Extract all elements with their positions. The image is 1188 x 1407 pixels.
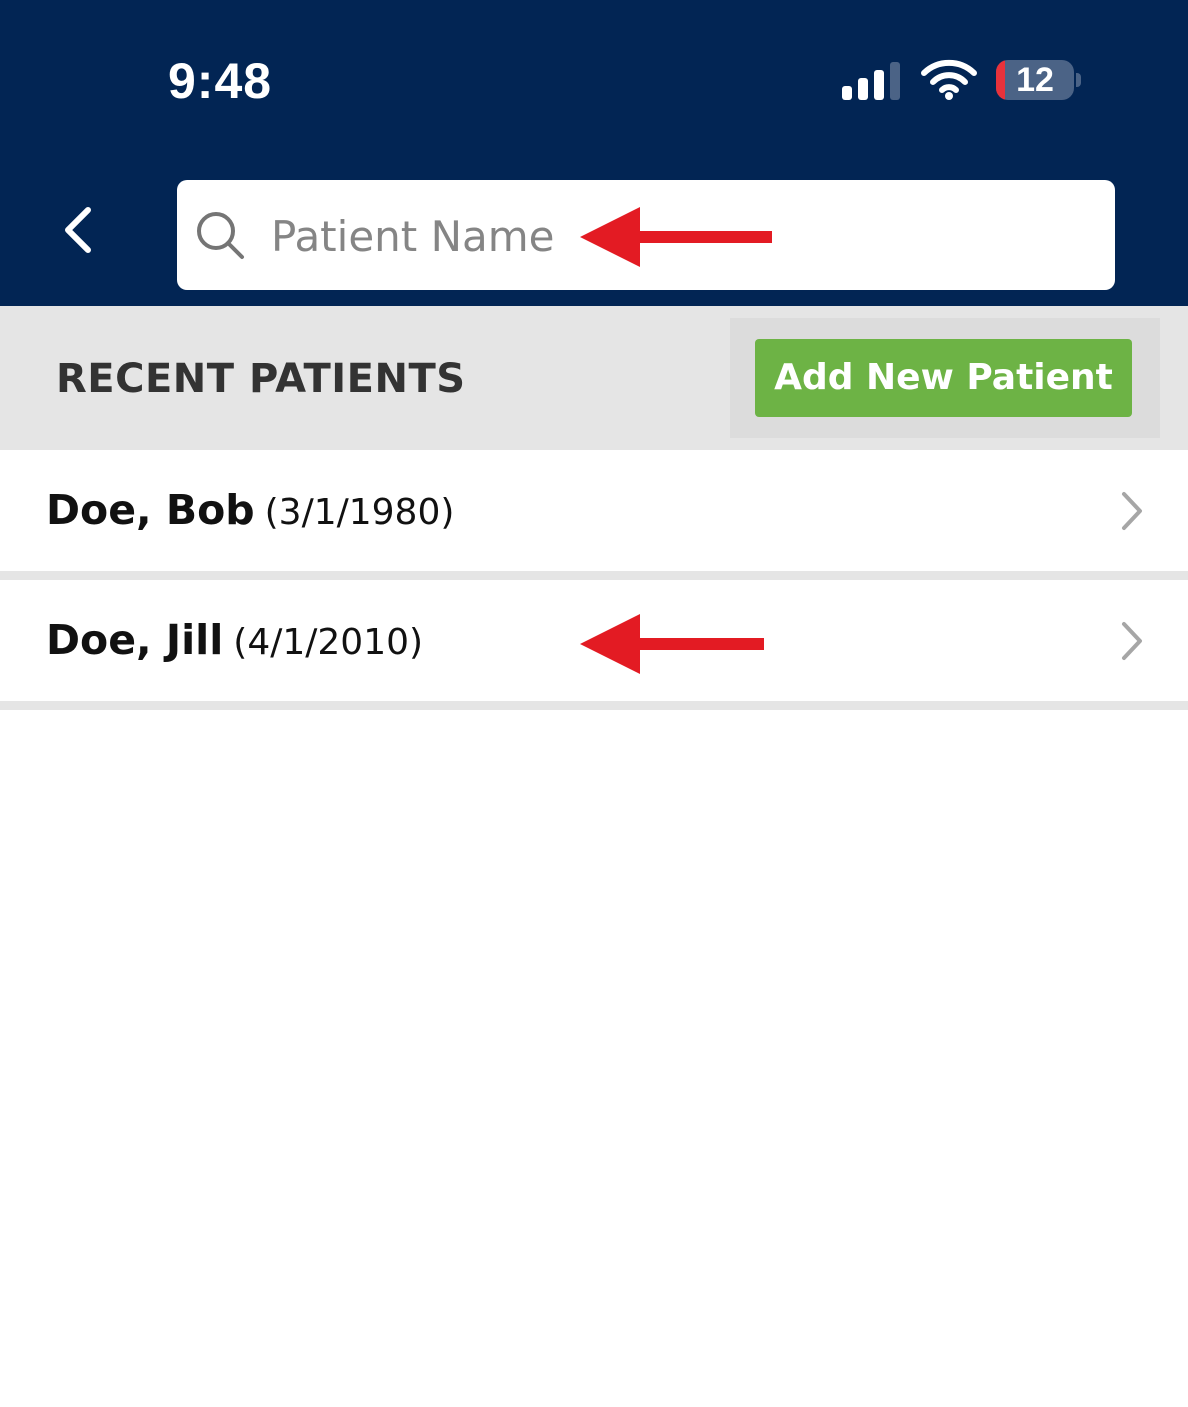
patient-dob: (4/1/2010) xyxy=(233,622,424,663)
battery-icon: 12 xyxy=(996,60,1084,102)
row-divider xyxy=(0,571,1188,580)
patient-name: Doe, Jill xyxy=(46,616,224,664)
chevron-right-icon xyxy=(1122,622,1142,660)
battery-tip xyxy=(1076,73,1081,87)
red-arrow-left-icon xyxy=(580,614,764,674)
patient-name: Doe, Bob xyxy=(46,486,255,534)
chevron-right-icon xyxy=(1122,492,1142,530)
section-title: RECENT PATIENTS xyxy=(56,356,466,402)
search-icon xyxy=(197,212,244,259)
row-divider xyxy=(0,701,1188,710)
patient-row[interactable]: Doe, Bob (3/1/1980) xyxy=(0,450,1188,570)
cellular-signal-icon xyxy=(842,62,900,100)
red-arrow-left-icon xyxy=(580,207,772,267)
add-new-patient-button[interactable]: Add New Patient xyxy=(755,339,1132,417)
wifi-icon xyxy=(921,59,977,100)
status-time: 9:48 xyxy=(168,53,273,109)
chevron-left-icon xyxy=(65,207,91,253)
battery-body: 12 xyxy=(996,60,1074,100)
patient-name-line: Doe, Bob (3/1/1980) xyxy=(46,486,454,534)
back-button[interactable] xyxy=(52,196,106,262)
patient-name-line: Doe, Jill (4/1/2010) xyxy=(46,616,423,664)
patient-dob: (3/1/1980) xyxy=(264,492,455,533)
battery-level: 12 xyxy=(1016,61,1054,99)
